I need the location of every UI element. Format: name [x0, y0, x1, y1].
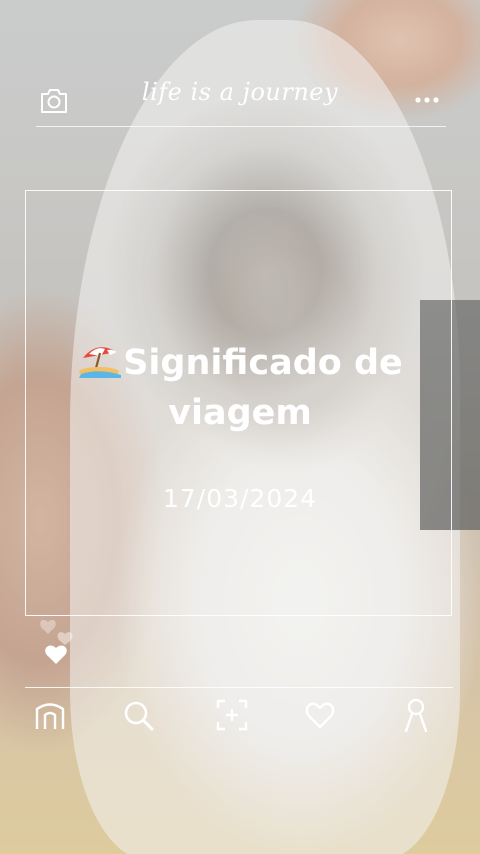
top-bar: life is a journey	[0, 70, 480, 130]
floating-hearts-icon	[40, 619, 73, 664]
add-icon[interactable]	[214, 697, 250, 733]
header-divider	[36, 126, 446, 127]
heart-icon[interactable]	[302, 697, 338, 733]
post-title: Significado de viagem	[40, 338, 440, 438]
beach-umbrella-icon	[79, 347, 122, 378]
home-icon[interactable]	[32, 697, 68, 733]
camera-icon[interactable]	[38, 86, 70, 116]
post-date: 17/03/2024	[162, 484, 318, 513]
search-icon[interactable]	[120, 697, 156, 733]
nav-divider	[25, 687, 453, 688]
profile-icon[interactable]	[398, 697, 434, 733]
more-dots-icon[interactable]	[414, 86, 440, 114]
brand-title: life is a journey	[141, 78, 339, 106]
post-title-text: Significado de viagem	[123, 343, 403, 433]
bottom-nav	[0, 697, 480, 737]
screen: life is a journey Significado de viagem …	[0, 0, 480, 854]
